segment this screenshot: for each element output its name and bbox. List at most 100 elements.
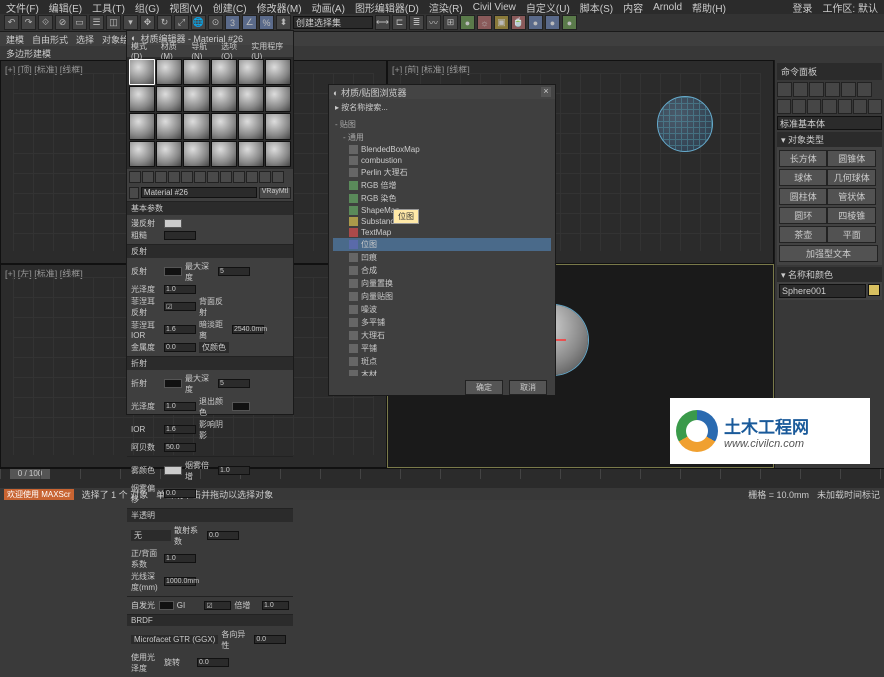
unlink-icon[interactable]: ⊘: [55, 15, 70, 30]
cylinder-button[interactable]: 圆柱体: [779, 188, 827, 205]
mat-slot[interactable]: [238, 59, 264, 85]
me-tool-icon[interactable]: [181, 171, 193, 183]
mult-spinner[interactable]: 1.0: [262, 601, 289, 610]
tab-freeform[interactable]: 自由形式: [32, 33, 68, 46]
camera-icon[interactable]: [822, 99, 836, 114]
map-item[interactable]: RGB 倍增: [333, 179, 551, 192]
me-tool-icon[interactable]: [246, 171, 258, 183]
snap-icon[interactable]: 3: [225, 15, 240, 30]
c-icon[interactable]: ●: [562, 15, 577, 30]
undo-icon[interactable]: ↶: [4, 15, 19, 30]
name-color-header[interactable]: ▾ 名称和颜色: [777, 267, 882, 282]
scale-icon[interactable]: ⤢: [174, 15, 189, 30]
basic-params-header[interactable]: 基本参数: [127, 202, 293, 215]
mat-slot[interactable]: [183, 113, 209, 139]
me-tool-icon[interactable]: [272, 171, 284, 183]
cat-maps[interactable]: - 贴图: [333, 118, 551, 131]
me-tool-icon[interactable]: [129, 171, 141, 183]
mat-slot-1[interactable]: [129, 59, 155, 85]
refr-header[interactable]: 折射: [127, 357, 293, 370]
fb-spinner[interactable]: 1.0: [164, 554, 196, 563]
cancel-button[interactable]: 取消: [509, 380, 547, 395]
menu-tools[interactable]: 工具(T): [92, 0, 125, 15]
torus-button[interactable]: 圆环: [779, 207, 827, 224]
material-type-button[interactable]: VRayMtl: [259, 187, 291, 199]
gloss-spinner[interactable]: 1.0: [164, 285, 196, 294]
maxdepth-spinner[interactable]: 5: [218, 267, 250, 276]
browser-titlebar[interactable]: ◐ 材质/贴图浏览器 ×: [329, 85, 555, 99]
mat-slot[interactable]: [265, 59, 291, 85]
login-link[interactable]: 登录: [792, 0, 812, 15]
map-item[interactable]: 大理石: [333, 329, 551, 342]
geosphere-button[interactable]: 几何球体: [827, 169, 875, 186]
map-item[interactable]: 向量置换: [333, 277, 551, 290]
tab-utility-icon[interactable]: [857, 82, 872, 97]
menu-edit[interactable]: 编辑(E): [49, 0, 82, 15]
diffuse-swatch[interactable]: [164, 219, 182, 228]
fresnel-check[interactable]: ☑: [164, 302, 196, 311]
map-item[interactable]: RGB 染色: [333, 192, 551, 205]
render-frame-icon[interactable]: ▣: [494, 15, 509, 30]
brdf-combo[interactable]: Microfacet GTR (GGX): [131, 635, 218, 644]
mat-slot[interactable]: [156, 86, 182, 112]
align-icon[interactable]: ⊏: [392, 15, 407, 30]
mat-slot[interactable]: [156, 59, 182, 85]
me-menu-opt[interactable]: 选项(O): [221, 41, 245, 61]
rotate-icon[interactable]: ↻: [157, 15, 172, 30]
me-menu-nav[interactable]: 导航(N): [191, 41, 215, 61]
map-item[interactable]: 木材: [333, 368, 551, 376]
render-icon[interactable]: 🍵: [511, 15, 526, 30]
me-menu-util[interactable]: 实用程序(U): [251, 41, 289, 61]
mat-slot[interactable]: [265, 113, 291, 139]
me-tool-icon[interactable]: [155, 171, 167, 183]
tab-create-icon[interactable]: [777, 82, 792, 97]
menu-create[interactable]: 创建(C): [213, 0, 247, 15]
map-item[interactable]: 合成: [333, 264, 551, 277]
refl-swatch[interactable]: [164, 267, 182, 276]
me-tool-icon[interactable]: [259, 171, 271, 183]
rough-spinner[interactable]: [164, 231, 196, 240]
me-tool-icon[interactable]: [194, 171, 206, 183]
tab-hierarchy-icon[interactable]: [809, 82, 824, 97]
rot-spinner[interactable]: 0.0: [197, 658, 229, 667]
me-tool-icon[interactable]: [207, 171, 219, 183]
ref-coord-icon[interactable]: 🌐: [191, 15, 206, 30]
menu-render[interactable]: 渲染(R): [429, 0, 463, 15]
map-item[interactable]: 凹痕: [333, 251, 551, 264]
geom-icon[interactable]: [777, 99, 791, 114]
trans-header[interactable]: 半透明: [127, 509, 293, 522]
aniso-spinner[interactable]: 0.0: [254, 635, 286, 644]
menu-civil[interactable]: Civil View: [473, 2, 516, 13]
menu-arnold[interactable]: Arnold: [653, 2, 682, 13]
a-icon[interactable]: ●: [528, 15, 543, 30]
search-row[interactable]: ▸ 按名称搜索...: [329, 99, 555, 116]
space-icon[interactable]: [853, 99, 867, 114]
box-button[interactable]: 长方体: [779, 150, 827, 167]
material-editor-icon[interactable]: ●: [460, 15, 475, 30]
mat-slot[interactable]: [129, 86, 155, 112]
mat-slot[interactable]: [238, 86, 264, 112]
cat-general[interactable]: - 通用: [333, 131, 551, 144]
spinner-snap-icon[interactable]: ⬍: [276, 15, 291, 30]
mat-slot[interactable]: [265, 86, 291, 112]
map-item[interactable]: 噪波: [333, 303, 551, 316]
map-item[interactable]: ShapeMap: [333, 205, 551, 216]
sphere-button[interactable]: 球体: [779, 169, 827, 186]
map-item-bitmap[interactable]: 位图 位图: [333, 238, 551, 251]
menu-help[interactable]: 帮助(H): [692, 0, 726, 15]
category-combo[interactable]: [777, 116, 882, 130]
abbe-spinner[interactable]: 50.0: [164, 443, 196, 452]
mat-slot[interactable]: [129, 113, 155, 139]
layer-icon[interactable]: ≣: [409, 15, 424, 30]
mat-slot[interactable]: [211, 86, 237, 112]
map-item[interactable]: Substance: [333, 216, 551, 227]
menu-file[interactable]: 文件(F): [6, 0, 39, 15]
mat-slot[interactable]: [211, 113, 237, 139]
mat-slot[interactable]: [265, 141, 291, 167]
rmax-spinner[interactable]: 5: [218, 379, 250, 388]
pivot-icon[interactable]: ⊙: [208, 15, 223, 30]
ok-button[interactable]: 确定: [465, 380, 503, 395]
selection-set-combo[interactable]: [293, 16, 373, 29]
me-menu-mode[interactable]: 模式(D): [131, 41, 155, 61]
close-icon[interactable]: ×: [541, 87, 551, 97]
